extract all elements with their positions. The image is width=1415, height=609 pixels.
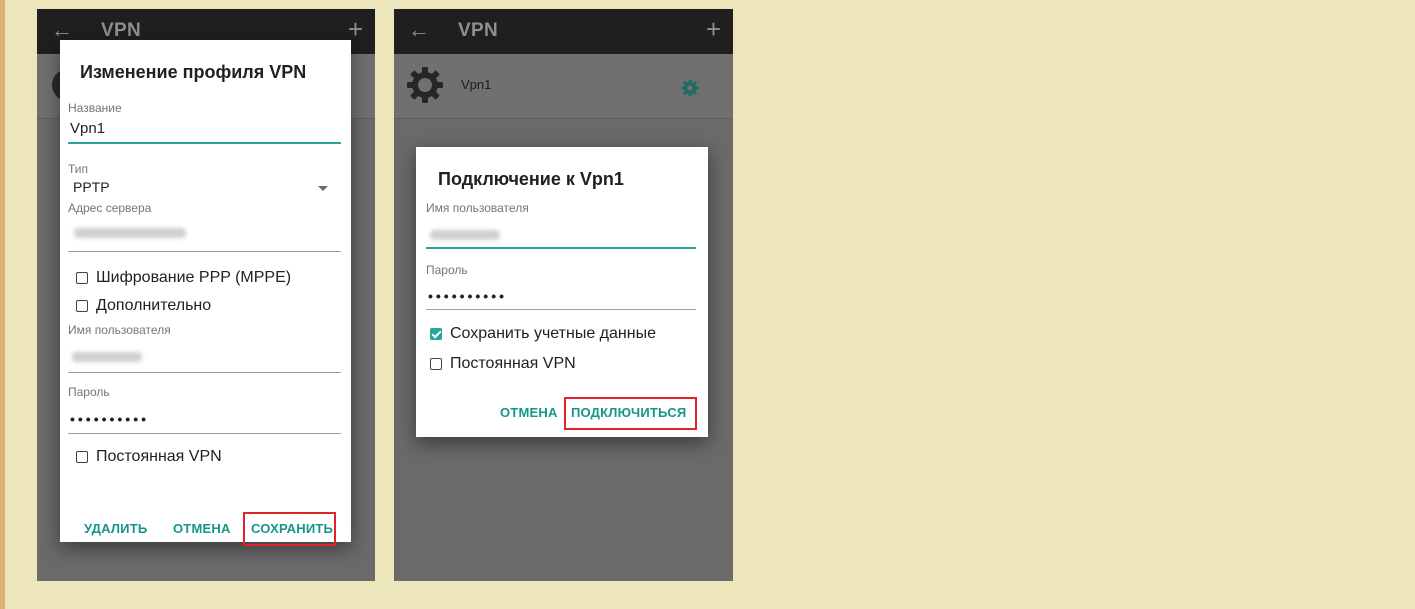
password-field-underline [426,309,696,310]
gear-icon[interactable] [681,79,699,97]
always-on-vpn-label: Постоянная VPN [96,448,222,465]
always-on-vpn-checkbox[interactable]: Постоянная VPN [76,448,222,466]
app-bar-title: VPN [458,20,498,41]
dialog-title: Изменение профиля VPN [80,62,307,82]
always-on-vpn-label: Постоянная VPN [450,355,576,372]
encryption-checkbox[interactable]: Шифрование PPP (MPPE) [76,269,291,287]
save-button-highlight [243,512,336,546]
phone-screen-connect: ← VPN + Vpn1 Подключение к Vpn1 Имя поль… [394,9,733,581]
plus-icon[interactable]: + [348,15,363,43]
username-label: Имя пользователя [68,323,171,337]
edit-profile-dialog: Изменение профиля VPN Название Vpn1 Тип … [60,40,351,546]
cancel-button[interactable]: ОТМЕНА [173,521,231,536]
vpn-settings-icon [407,67,443,103]
vpn-list-item[interactable]: Vpn1 [394,54,733,119]
type-select[interactable]: PPTP [73,179,110,195]
server-field-underline [68,251,341,252]
save-credentials-checkbox[interactable]: Сохранить учетные данные [430,325,656,343]
checkbox-checked-icon [430,328,442,340]
always-on-vpn-checkbox[interactable]: Постоянная VPN [430,355,576,373]
checkbox-icon [76,451,88,463]
app-bar: ← VPN + [394,9,733,54]
connect-button-highlight [564,397,697,430]
server-address-label: Адрес сервера [68,201,152,215]
save-credentials-label: Сохранить учетные данные [450,325,656,342]
name-field-underline [68,142,341,144]
username-field-underline [68,372,341,373]
server-address-field-redacted[interactable] [74,228,186,238]
left-accent-stripe [0,0,5,609]
phone-screen-edit-profile: ← VPN + Изменение профиля VPN Название V… [37,9,375,581]
cancel-button[interactable]: ОТМЕНА [500,405,558,420]
dialog-title: Подключение к Vpn1 [438,169,624,189]
chevron-down-icon[interactable] [318,186,328,191]
password-field[interactable]: •••••••••• [70,411,149,427]
encryption-checkbox-label: Шифрование PPP (MPPE) [96,269,292,286]
advanced-checkbox[interactable]: Дополнительно [76,297,211,315]
checkbox-icon [76,300,88,312]
plus-icon[interactable]: + [706,15,721,43]
password-field-underline [68,433,341,434]
username-field-redacted[interactable] [72,352,142,362]
checkbox-icon [76,272,88,284]
username-field-underline [426,247,696,249]
advanced-checkbox-label: Дополнительно [96,297,212,314]
name-field[interactable]: Vpn1 [70,120,105,137]
delete-button[interactable]: УДАЛИТЬ [84,521,147,536]
arrow-left-icon[interactable]: ← [408,17,430,43]
username-label: Имя пользователя [426,201,529,215]
name-label: Название [68,101,122,115]
password-label: Пароль [68,385,110,399]
type-label: Тип [68,162,89,176]
password-field[interactable]: •••••••••• [428,288,507,304]
password-label: Пароль [426,263,468,277]
checkbox-icon [430,358,442,370]
username-field-redacted[interactable] [430,230,500,240]
connect-dialog: Подключение к Vpn1 Имя пользователя Паро… [416,147,708,437]
app-bar-title: VPN [101,20,141,41]
vpn-list-item-name: Vpn1 [461,77,492,92]
